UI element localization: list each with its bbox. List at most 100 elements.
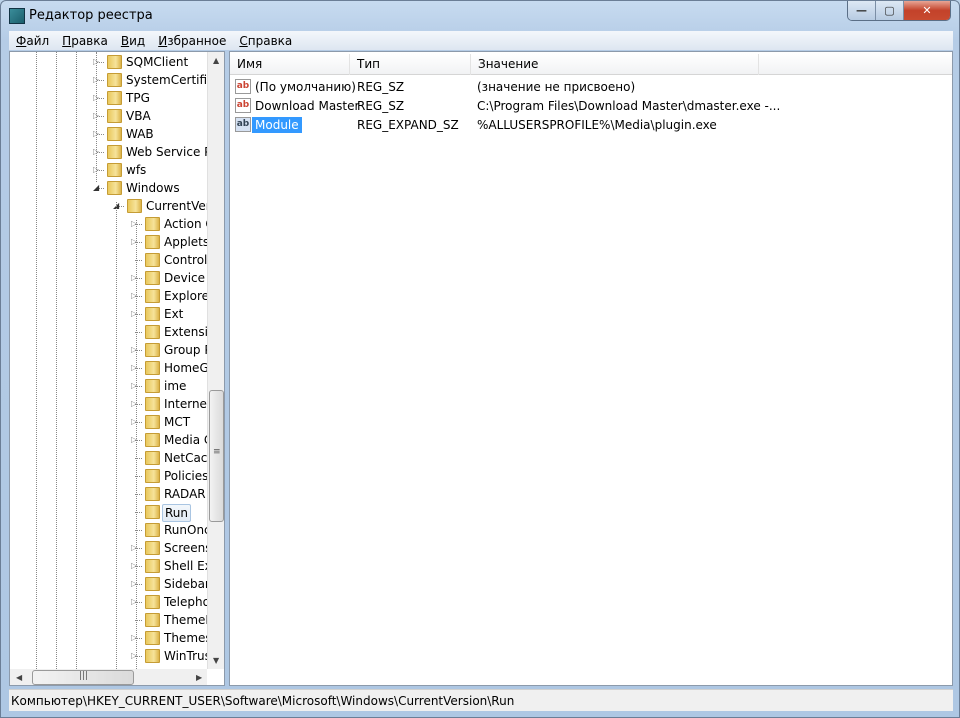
- tree-item-label: TPG: [126, 91, 150, 105]
- collapse-arrow-icon[interactable]: ◢: [93, 183, 101, 192]
- menu-item-4[interactable]: Справка: [232, 34, 298, 48]
- minimize-button[interactable]: —: [848, 1, 876, 20]
- tree-item[interactable]: ▷ Telephony: [10, 593, 224, 611]
- tree-item[interactable]: ▷HomeGroup: [10, 359, 224, 377]
- value-type: REG_SZ: [357, 98, 405, 113]
- expand-arrow-icon[interactable]: ▷: [131, 579, 139, 588]
- folder-icon: [107, 145, 122, 159]
- expand-arrow-icon[interactable]: ▷: [131, 561, 139, 570]
- tree-item[interactable]: ▷Internet Settings: [10, 395, 224, 413]
- expand-arrow-icon[interactable]: ▷: [131, 417, 139, 426]
- tree-item[interactable]: ThemeManager: [10, 611, 224, 629]
- tree-vscroll-thumb[interactable]: ≡: [209, 390, 224, 522]
- expand-arrow-icon[interactable]: ▷: [131, 597, 139, 606]
- tree-item[interactable]: ▷ SQMClient: [10, 53, 207, 71]
- expand-arrow-icon[interactable]: ▷: [131, 363, 139, 372]
- tree-item[interactable]: ▷ VBA: [10, 107, 207, 125]
- tree-horizontal-scrollbar[interactable]: ◀ ||| ▶: [10, 669, 207, 685]
- folder-icon: [145, 631, 160, 645]
- expand-arrow-icon[interactable]: ▷: [93, 111, 101, 120]
- menu-item-1[interactable]: Правка: [55, 34, 114, 48]
- column-header-name[interactable]: Имя: [230, 54, 350, 75]
- maximize-button[interactable]: ▢: [876, 1, 904, 20]
- tree-item[interactable]: ▷ wfs: [10, 161, 207, 179]
- expand-arrow-icon[interactable]: ▷: [131, 273, 139, 282]
- folder-icon: [145, 505, 160, 519]
- tree-item[interactable]: ▷Screensavers: [10, 539, 224, 557]
- folder-icon: [107, 55, 122, 69]
- tree-item[interactable]: Policies: [10, 467, 208, 485]
- menu-item-2[interactable]: Вид: [114, 34, 151, 48]
- tree-item[interactable]: RADAR: [10, 485, 207, 503]
- tree-item[interactable]: ▷ MCT: [10, 413, 207, 431]
- tree-item-label: Run: [162, 504, 192, 522]
- tree-vertical-scrollbar[interactable]: ▲ ≡ ▼: [207, 52, 224, 669]
- expand-arrow-icon[interactable]: ▷: [131, 435, 139, 444]
- folder-icon: [145, 613, 160, 627]
- tree-item[interactable]: ▷ Explorer: [10, 287, 214, 305]
- menu-bar: Файл Правка Вид Избранное Справка: [9, 31, 953, 50]
- expand-arrow-icon[interactable]: ▷: [93, 129, 101, 138]
- tree-item[interactable]: ▷ Ext: [10, 305, 207, 323]
- tree-item[interactable]: RunOnce: [10, 521, 218, 539]
- value-row[interactable]: ab Download Master REG_SZ C:\Program Fil…: [230, 96, 952, 115]
- column-header-value[interactable]: Значение: [471, 54, 759, 75]
- scroll-down-arrow-icon[interactable]: ▼: [213, 656, 219, 665]
- tree-item[interactable]: ▷Web Service Providers: [10, 143, 224, 161]
- expand-arrow-icon[interactable]: ▷: [93, 93, 101, 102]
- tree-item[interactable]: ▷SystemCertificates: [10, 71, 224, 89]
- tree-item[interactable]: ▷ Themes: [10, 629, 212, 647]
- value-row[interactable]: ab Module REG_EXPAND_SZ %ALLUSERSPROFILE…: [230, 115, 952, 134]
- tree-item[interactable]: ▷ ime: [10, 377, 207, 395]
- folder-icon: [107, 73, 122, 87]
- string-value-icon: ab: [235, 79, 251, 94]
- expand-arrow-icon[interactable]: ▷: [131, 291, 139, 300]
- tree-item[interactable]: Extensions: [10, 323, 224, 341]
- expand-arrow-icon[interactable]: ▷: [93, 75, 101, 84]
- value-data: C:\Program Files\Download Master\dmaster…: [477, 98, 781, 113]
- expand-arrow-icon[interactable]: ▷: [131, 399, 139, 408]
- scroll-right-arrow-icon[interactable]: ▶: [196, 673, 202, 682]
- tree-item[interactable]: Controls Folder: [10, 251, 224, 269]
- tree-item[interactable]: ◢CurrentVersion: [10, 197, 224, 215]
- scroll-left-arrow-icon[interactable]: ◀: [16, 673, 22, 682]
- tree-item[interactable]: ▷Action Center: [10, 215, 224, 233]
- menu-item-0[interactable]: Файл: [9, 34, 55, 48]
- expand-arrow-icon[interactable]: ▷: [131, 345, 139, 354]
- value-row[interactable]: ab (По умолчанию) REG_SZ (значение не пр…: [230, 77, 952, 96]
- folder-icon: [107, 181, 122, 195]
- collapse-arrow-icon[interactable]: ◢: [113, 201, 121, 210]
- tree-item-label: Applets: [164, 235, 210, 249]
- expand-arrow-icon[interactable]: ▷: [93, 147, 101, 156]
- tree-item[interactable]: NetCache: [10, 449, 222, 467]
- scroll-up-arrow-icon[interactable]: ▲: [213, 56, 219, 65]
- tree-item-label: wfs: [126, 163, 147, 177]
- tree-item[interactable]: ▷ Sidebar: [10, 575, 210, 593]
- tree-hscroll-thumb[interactable]: |||: [32, 670, 134, 685]
- tree-item[interactable]: ▷Device Metadata: [10, 269, 224, 287]
- expand-string-value-icon: ab: [235, 117, 251, 132]
- tree-item[interactable]: ▷Shell Extensions: [10, 557, 224, 575]
- close-button[interactable]: ✕: [904, 1, 950, 20]
- column-header-type[interactable]: Тип: [350, 54, 471, 75]
- values-list: Имя Тип Значение ab (По умолчанию) REG_S…: [229, 51, 953, 686]
- tree-item[interactable]: Run: [10, 503, 207, 522]
- tree-item[interactable]: ▷Media Center: [10, 431, 224, 449]
- expand-arrow-icon[interactable]: ▷: [131, 237, 139, 246]
- menu-item-3[interactable]: Избранное: [151, 34, 232, 48]
- tree-item[interactable]: ◢ Windows: [10, 179, 207, 197]
- expand-arrow-icon[interactable]: ▷: [131, 219, 139, 228]
- expand-arrow-icon[interactable]: ▷: [93, 57, 101, 66]
- tree-item[interactable]: ▷ TPG: [10, 89, 207, 107]
- tree-item[interactable]: ▷ WAB: [10, 125, 207, 143]
- expand-arrow-icon[interactable]: ▷: [131, 309, 139, 318]
- expand-arrow-icon[interactable]: ▷: [131, 633, 139, 642]
- expand-arrow-icon[interactable]: ▷: [131, 381, 139, 390]
- tree-item[interactable]: ▷Group Policy: [10, 341, 224, 359]
- tree-item[interactable]: ▷ WinTrust: [10, 647, 216, 665]
- expand-arrow-icon[interactable]: ▷: [131, 543, 139, 552]
- expand-arrow-icon[interactable]: ▷: [93, 165, 101, 174]
- folder-icon: [107, 109, 122, 123]
- expand-arrow-icon[interactable]: ▷: [131, 651, 139, 660]
- tree-item[interactable]: ▷ Applets: [10, 233, 209, 251]
